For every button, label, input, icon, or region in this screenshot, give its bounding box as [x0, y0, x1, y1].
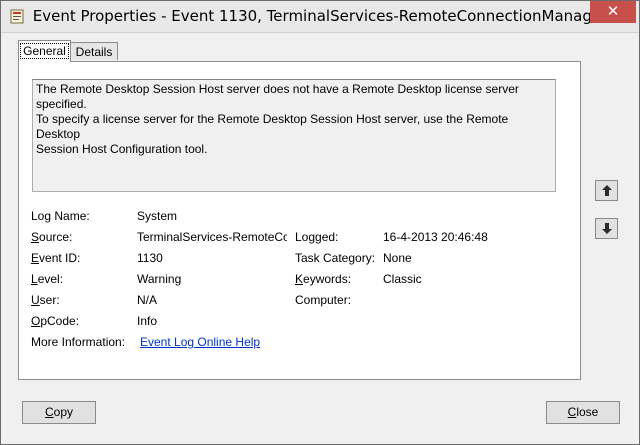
tab-details-label: Details — [75, 45, 113, 59]
tab-general[interactable]: General — [18, 40, 71, 62]
previous-event-button[interactable] — [595, 180, 618, 201]
source-value[interactable]: TerminalServices-RemoteConnectionManager — [137, 230, 287, 244]
tab-details[interactable]: Details — [70, 42, 118, 60]
close-icon: ✕ — [606, 3, 620, 20]
window-title: Event Properties - Event 1130, TerminalS… — [32, 7, 608, 25]
arrow-down-icon — [602, 223, 612, 234]
user-label: User: — [31, 293, 60, 307]
user-value[interactable]: N/A — [137, 293, 157, 307]
close-button-label: Close — [567, 405, 599, 419]
task-category-label: Task Category: — [295, 251, 376, 265]
next-event-button[interactable] — [595, 218, 618, 239]
more-information-label: More Information: — [31, 335, 126, 349]
level-value[interactable]: Warning — [137, 272, 181, 286]
copy-button[interactable]: Copy — [22, 401, 96, 424]
event-description[interactable]: The Remote Desktop Session Host server d… — [32, 79, 556, 192]
event-id-value[interactable]: 1130 — [137, 251, 163, 265]
window-close-button[interactable]: ✕ — [590, 1, 636, 23]
tab-general-label: General — [20, 43, 69, 59]
event-properties-window: Event Properties - Event 1130, TerminalS… — [0, 0, 640, 445]
opcode-value[interactable]: Info — [137, 314, 157, 328]
log-name-value[interactable]: System — [137, 209, 177, 223]
level-label: Level: — [31, 272, 64, 286]
computer-label: Computer: — [295, 293, 352, 307]
event-log-online-help-link[interactable]: Event Log Online Help — [140, 335, 260, 349]
title-bar[interactable]: Event Properties - Event 1130, TerminalS… — [1, 1, 639, 33]
log-name-label: Log Name: — [31, 209, 90, 223]
keywords-value[interactable]: Classic — [383, 272, 422, 286]
task-category-value[interactable]: None — [383, 251, 412, 265]
close-button[interactable]: Close — [546, 401, 620, 424]
keywords-label: Keywords: — [295, 272, 352, 286]
opcode-label: OpCode: — [31, 314, 80, 328]
computer-value[interactable] — [379, 291, 537, 307]
logged-label: Logged: — [295, 230, 339, 244]
logged-value[interactable]: 16-4-2013 20:46:48 — [383, 230, 488, 244]
arrow-up-icon — [602, 185, 612, 196]
source-label: Source: — [31, 230, 73, 244]
copy-button-label: Copy — [44, 405, 74, 419]
event-id-label: Event ID: — [31, 251, 81, 265]
